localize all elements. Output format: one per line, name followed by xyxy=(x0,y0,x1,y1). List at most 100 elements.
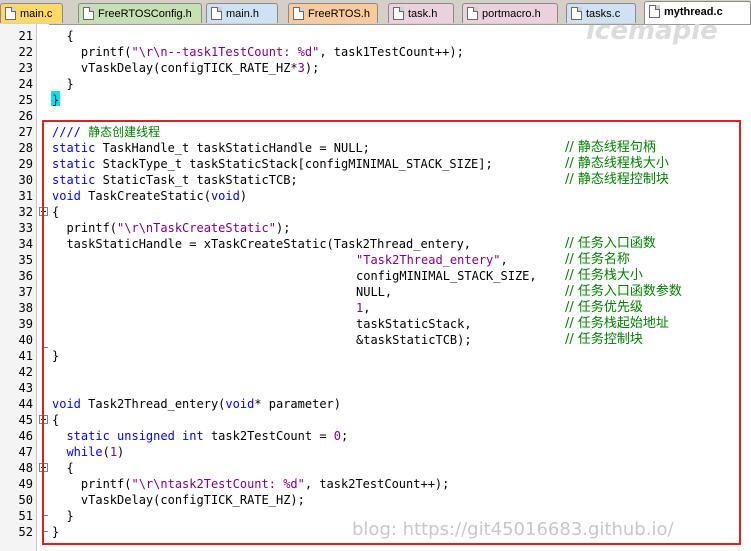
code-line: static StackType_t taskStaticStack[confi… xyxy=(52,157,493,171)
line-number: 48 xyxy=(18,461,33,475)
tab-freertosconfig-h[interactable]: FreeRTOSConfig.h xyxy=(78,3,202,23)
code-line: taskStaticStack, xyxy=(356,317,472,331)
line-number: 27 xyxy=(18,125,33,139)
tab-label: mythread.c xyxy=(664,6,723,18)
line-number: 43 xyxy=(18,381,33,395)
line-number: 21 xyxy=(18,29,33,43)
tab-mythread-c[interactable]: mythread.c xyxy=(644,1,751,24)
fold-end xyxy=(43,531,48,532)
code-line: } xyxy=(52,93,60,107)
line-number: 24 xyxy=(18,77,33,91)
code-comment: // 任务控制块 xyxy=(565,332,643,347)
fold-guide xyxy=(43,216,44,347)
code-line: { xyxy=(52,205,60,219)
h-file-icon xyxy=(293,7,304,20)
line-number: 50 xyxy=(18,493,33,507)
code-line: configMINIMAL_STACK_SIZE, xyxy=(356,269,537,283)
line-number: 39 xyxy=(18,317,33,331)
line-number: 25 xyxy=(18,93,33,107)
c-file-icon xyxy=(649,5,660,18)
code-line: taskStaticHandle = xTaskCreateStatic(Tas… xyxy=(66,237,472,251)
c-file-icon xyxy=(5,7,16,20)
line-number: 52 xyxy=(18,525,33,539)
code-line: } xyxy=(52,349,60,363)
code-line: } xyxy=(66,509,74,523)
code-line: printf("\r\ntask2TestCount: %d", task2Te… xyxy=(80,477,450,491)
line-number: 26 xyxy=(18,109,33,123)
code-comment: // 静态线程句柄 xyxy=(565,140,656,155)
line-number: 40 xyxy=(18,333,33,347)
fold-toggle[interactable] xyxy=(39,207,48,216)
code-line: { xyxy=(66,461,74,475)
code-line: while(1) xyxy=(66,445,125,459)
code-line: //// 静态创建线程 xyxy=(52,125,161,139)
code-comment: // 静态线程栈大小 xyxy=(565,156,669,171)
code-line: &taskStaticTCB); xyxy=(356,333,472,347)
code-comment: // 任务入口函数参数 xyxy=(565,284,682,299)
fold-end xyxy=(43,347,48,348)
watermark-blog-url: blog: https://git45016683.github.io/ xyxy=(352,519,674,540)
fold-toggle[interactable] xyxy=(39,463,48,472)
line-number: 29 xyxy=(18,157,33,171)
line-number: 42 xyxy=(18,365,33,379)
line-number: 44 xyxy=(18,397,33,411)
tab-label: main.c xyxy=(20,8,53,20)
fold-toggle[interactable] xyxy=(39,415,48,424)
line-number: 47 xyxy=(18,445,33,459)
code-comment: // 静态线程控制块 xyxy=(565,172,669,187)
tab-portmacro-h[interactable]: portmacro.h xyxy=(462,3,558,23)
tab-label: main.h xyxy=(226,8,260,20)
tab-main-c[interactable]: main.c xyxy=(0,3,63,23)
code-line: { xyxy=(66,29,74,43)
line-number: 31 xyxy=(18,189,33,203)
line-number: 22 xyxy=(18,45,33,59)
tab-main-h[interactable]: main.h xyxy=(206,3,278,23)
code-line: "Task2Thread_entery", xyxy=(356,253,508,267)
line-number: 30 xyxy=(18,173,33,187)
line-number: 45 xyxy=(18,413,33,427)
line-number: 28 xyxy=(18,141,33,155)
h-file-icon xyxy=(393,7,404,20)
line-number: 38 xyxy=(18,301,33,315)
code-line: void TaskCreateStatic(void) xyxy=(52,189,248,203)
code-comment: // 任务入口函数 xyxy=(565,236,656,251)
c-file-icon xyxy=(571,7,582,20)
line-number: 34 xyxy=(18,237,33,251)
code-comment: // 任务优先级 xyxy=(565,300,643,315)
line-number: 41 xyxy=(18,349,33,363)
code-comment: // 任务栈大小 xyxy=(565,268,643,283)
line-number: 23 xyxy=(18,61,33,75)
h-file-icon xyxy=(83,7,94,20)
tab-label: portmacro.h xyxy=(482,8,541,20)
code-line: 1, xyxy=(356,301,371,315)
h-file-icon xyxy=(211,7,222,20)
line-number: 49 xyxy=(18,477,33,491)
tab-task-h[interactable]: task.h xyxy=(388,3,454,23)
tab-label: FreeRTOSConfig.h xyxy=(98,8,192,20)
line-number: 37 xyxy=(18,285,33,299)
fold-end xyxy=(43,515,48,516)
code-line: static unsigned int task2TestCount = 0; xyxy=(66,429,349,443)
code-comment: // 任务名称 xyxy=(565,252,630,267)
line-number: 35 xyxy=(18,253,33,267)
code-comment: // 任务栈起始地址 xyxy=(565,316,669,331)
code-line: void Task2Thread_entery(void* parameter) xyxy=(52,397,342,411)
code-line: static StaticTask_t taskStaticTCB; xyxy=(52,173,298,187)
code-line: NULL, xyxy=(356,285,393,299)
tab-label: FreeRTOS.h xyxy=(308,8,370,20)
line-number: 46 xyxy=(18,429,33,443)
line-number: 32 xyxy=(18,205,33,219)
h-file-icon xyxy=(467,7,478,20)
line-number: 33 xyxy=(18,221,33,235)
code-line: static TaskHandle_t taskStaticHandle = N… xyxy=(52,141,370,155)
code-line: printf("\r\nTaskCreateStatic"); xyxy=(66,221,291,235)
tab-freertos-h[interactable]: FreeRTOS.h xyxy=(288,3,378,23)
code-line: printf("\r\n--task1TestCount: %d", task1… xyxy=(80,45,464,59)
code-line: } xyxy=(66,77,74,91)
code-line: { xyxy=(52,413,60,427)
line-number: 51 xyxy=(18,509,33,523)
code-line: vTaskDelay(configTICK_RATE_HZ*3); xyxy=(80,61,320,75)
tab-label: task.h xyxy=(408,8,438,20)
code-line: vTaskDelay(configTICK_RATE_HZ); xyxy=(80,493,305,507)
code-line: } xyxy=(52,525,60,539)
